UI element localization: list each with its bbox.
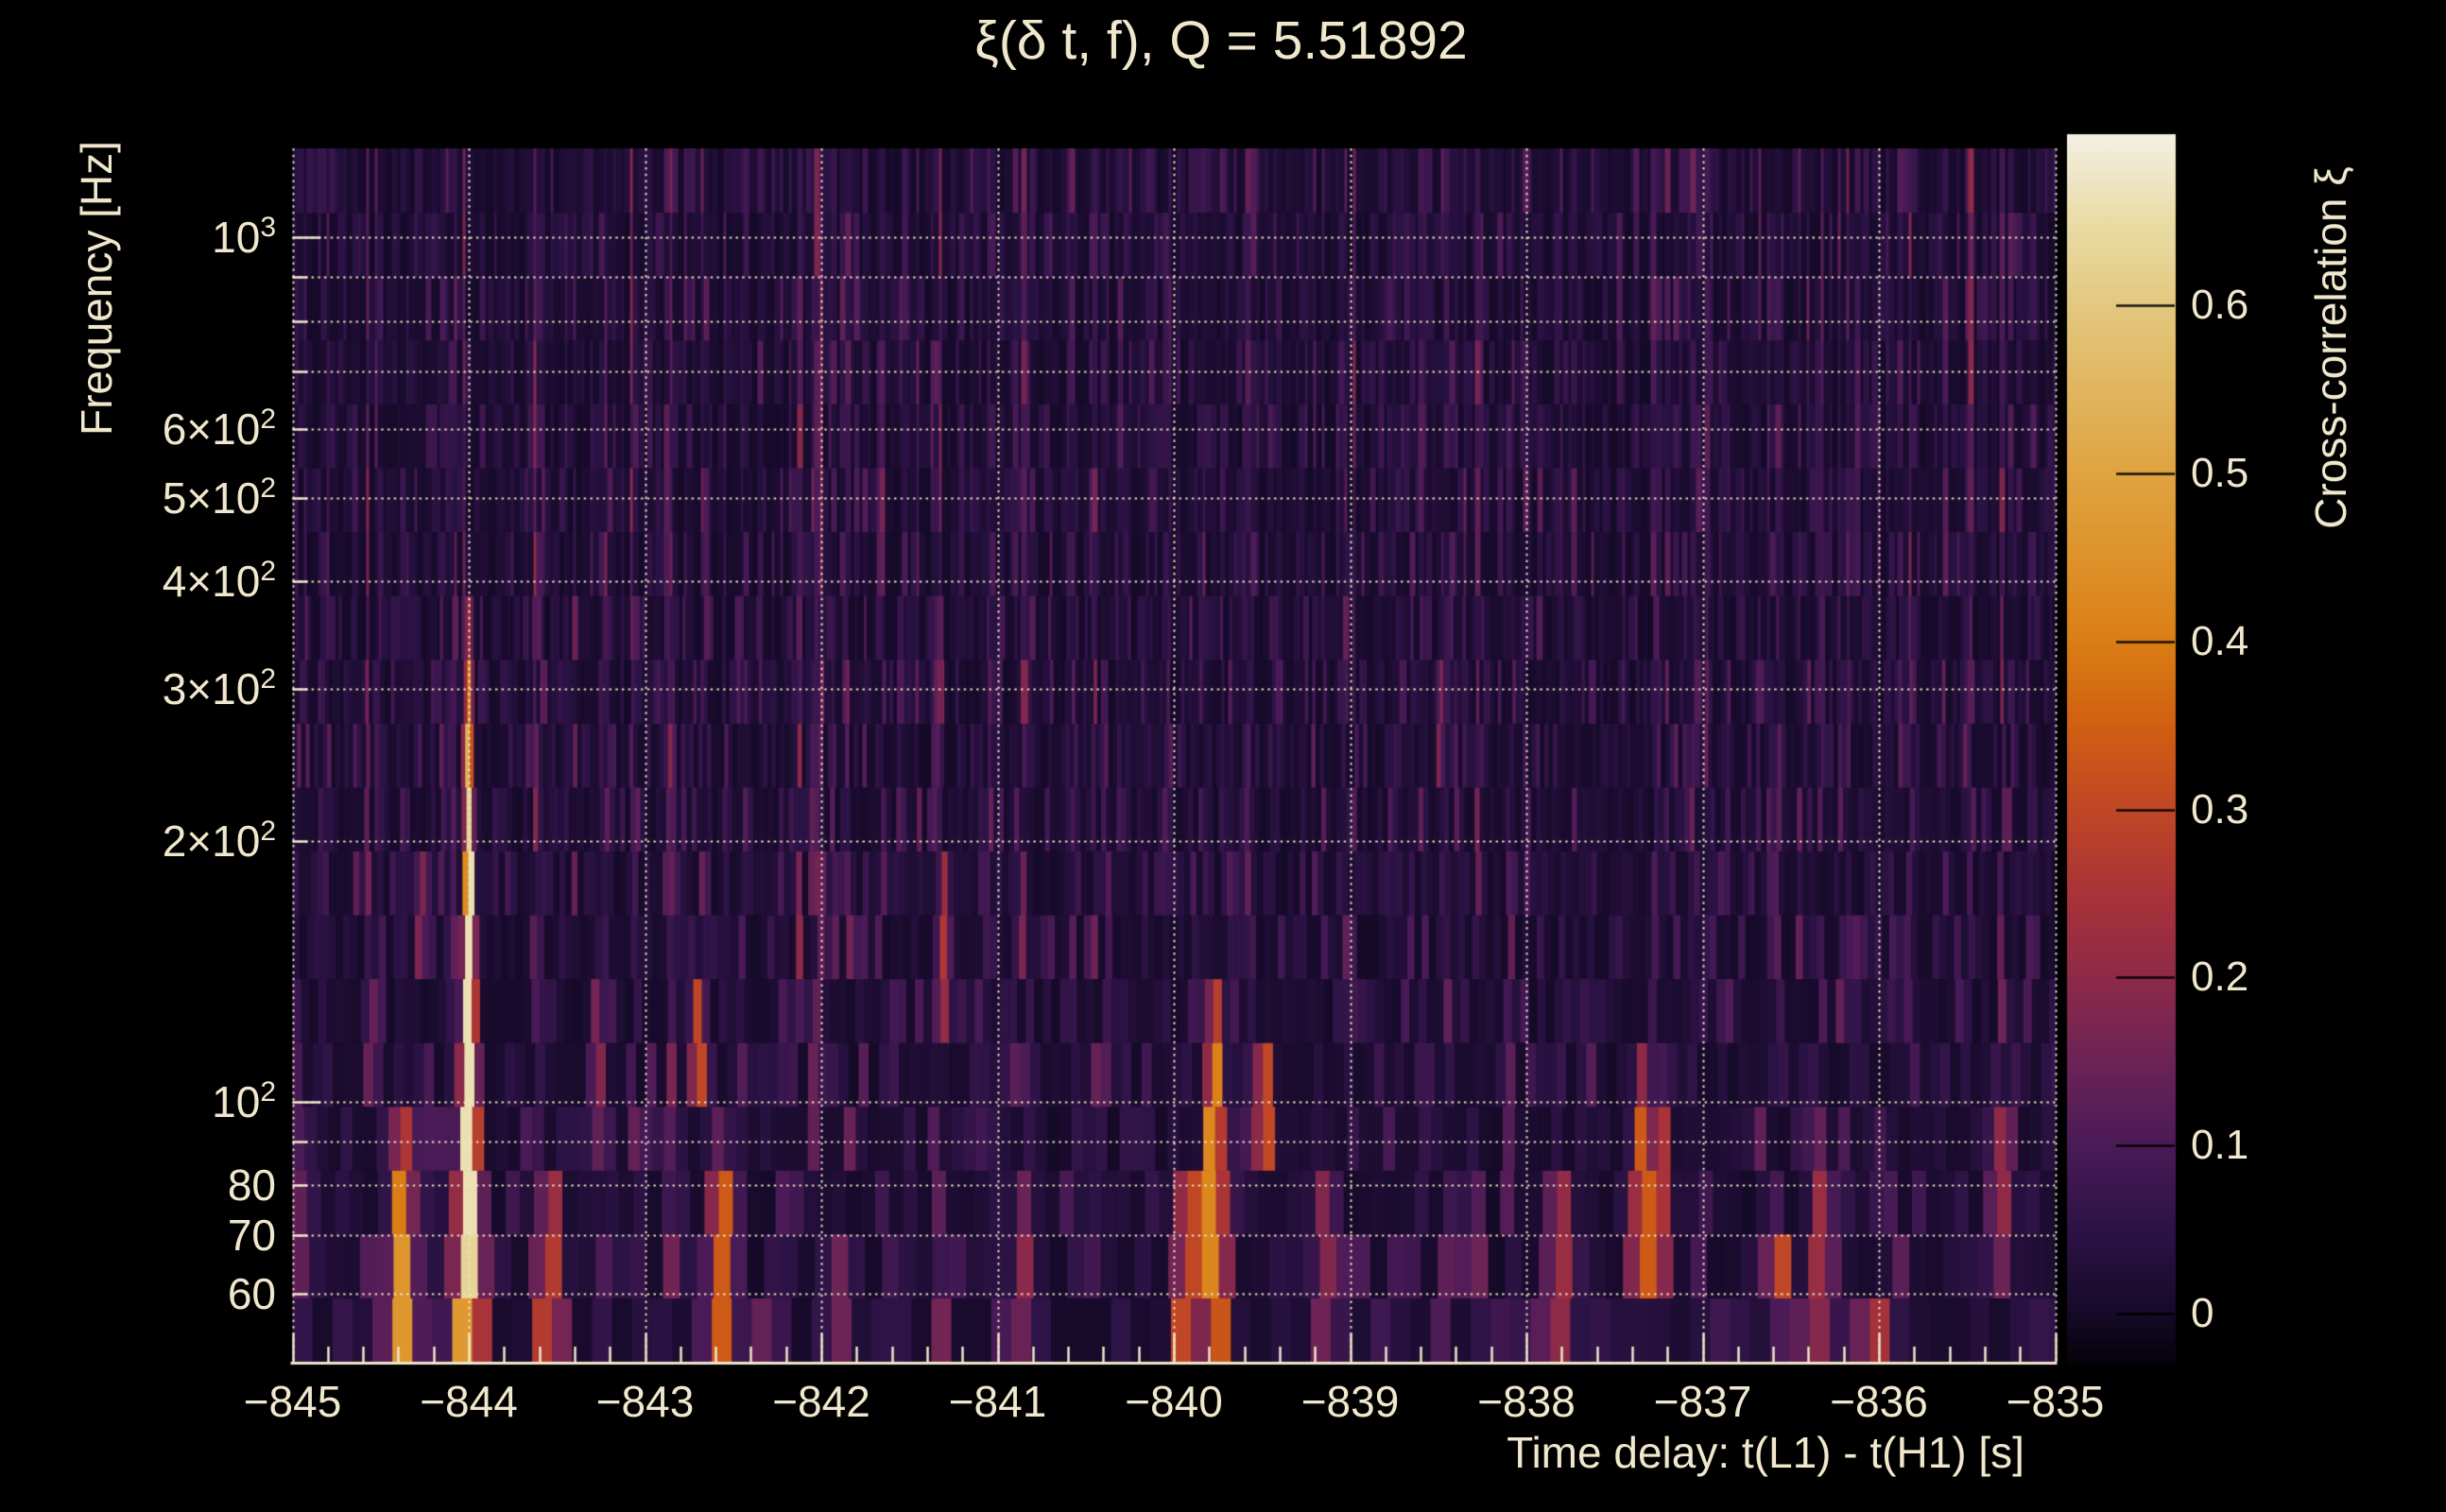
colorbar-tick-label: 0.4 <box>2191 617 2249 664</box>
x-tick-label: −841 <box>948 1377 1047 1426</box>
colorbar-tick-label: 0.2 <box>2191 954 2249 1001</box>
colorbar-tick-label: 0 <box>2191 1289 2214 1336</box>
x-tick-label: −843 <box>595 1377 695 1426</box>
x-tick-label: −836 <box>1830 1377 1928 1426</box>
y-tick-label: 103 <box>212 212 276 263</box>
x-tick-label: −839 <box>1301 1377 1400 1426</box>
x-tick-label: −844 <box>420 1377 518 1426</box>
y-tick-label: 5×102 <box>162 472 276 523</box>
y-tick-label: 60 <box>227 1268 276 1318</box>
x-tick-label: −842 <box>772 1377 870 1426</box>
colorbar-tick-label: 0.5 <box>2191 450 2249 497</box>
y-tick-label: 6×102 <box>162 404 276 455</box>
y-axis-title: Frequency [Hz] <box>72 141 121 436</box>
y-tick-label: 4×102 <box>162 556 276 607</box>
colorbar-tick-label: 0.3 <box>2191 785 2249 833</box>
x-tick-label: −837 <box>1653 1377 1752 1426</box>
y-tick-label: 2×102 <box>162 816 276 867</box>
y-tick-label: 102 <box>212 1075 276 1126</box>
x-tick-label: −840 <box>1125 1377 1223 1426</box>
y-tick-label: 70 <box>227 1211 276 1261</box>
plot-title: ξ(δ t, f), Q = 5.51892 <box>974 10 1468 71</box>
x-axis-title: Time delay: t(L1) - t(H1) [s] <box>1507 1428 2024 1477</box>
y-tick-label: 3×102 <box>162 663 276 714</box>
qscan-cross-correlation-figure: ξ(δ t, f), Q = 5.51892 Frequency [Hz] Ti… <box>0 0 2446 1512</box>
y-tick-label: 80 <box>227 1160 276 1211</box>
colorbar-tick-label: 0.6 <box>2191 282 2249 329</box>
x-tick-label: −845 <box>243 1377 342 1426</box>
colorbar-tick-label: 0.1 <box>2191 1122 2249 1169</box>
colorbar-title: Cross-correlation ξ <box>2306 166 2355 529</box>
heatmap-canvas <box>0 0 2446 1512</box>
x-tick-label: −838 <box>1477 1377 1576 1426</box>
x-tick-label: −835 <box>2006 1377 2105 1426</box>
